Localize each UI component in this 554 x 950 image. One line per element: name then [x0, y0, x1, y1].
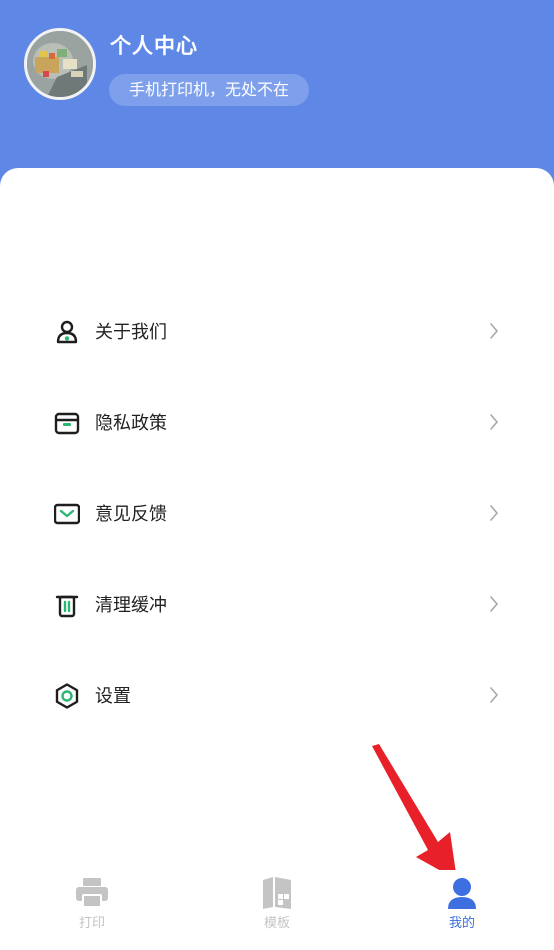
menu-item-label: 隐私政策: [95, 413, 167, 434]
mail-icon: [54, 501, 80, 527]
menu-item-feedback[interactable]: 意见反馈: [0, 468, 554, 559]
menu-item-label: 意见反馈: [95, 504, 167, 525]
menu-item-clear-cache[interactable]: 清理缓冲: [0, 559, 554, 650]
menu-item-about-us[interactable]: 关于我们: [0, 286, 554, 377]
page-title: 个人中心: [110, 34, 198, 58]
menu-item-settings[interactable]: 设置: [0, 650, 554, 741]
menu-item-label: 清理缓冲: [95, 595, 167, 616]
chevron-right-icon: [488, 685, 500, 705]
box-icon: [54, 410, 80, 436]
tab-label: 我的: [448, 916, 475, 931]
tab-print[interactable]: 打印: [42, 876, 142, 942]
user-icon: [54, 319, 80, 345]
person-icon: [444, 876, 480, 910]
chevron-right-icon: [488, 594, 500, 614]
tab-mine[interactable]: 我的: [412, 876, 512, 942]
red-arrow-icon: [360, 740, 470, 890]
chevron-right-icon: [488, 412, 500, 432]
settings-menu: 关于我们 隐私政策 意见反馈 清理缓冲 设置: [0, 286, 554, 741]
avatar[interactable]: [24, 28, 96, 100]
gear-icon: [54, 683, 80, 709]
tab-template[interactable]: 模板: [227, 876, 327, 942]
tab-label: 模板: [263, 916, 290, 931]
bottom-tab-bar: 打印 模板 我的: [0, 870, 554, 950]
template-icon: [259, 876, 295, 910]
printer-icon: [74, 876, 110, 910]
chevron-right-icon: [488, 503, 500, 523]
menu-item-label: 设置: [95, 686, 131, 707]
slogan-badge: 手机打印机，无处不在: [109, 74, 310, 106]
trash-icon: [54, 592, 80, 618]
menu-item-privacy-policy[interactable]: 隐私政策: [0, 377, 554, 468]
chevron-right-icon: [488, 321, 500, 341]
menu-item-label: 关于我们: [95, 322, 167, 343]
tab-label: 打印: [78, 916, 105, 931]
